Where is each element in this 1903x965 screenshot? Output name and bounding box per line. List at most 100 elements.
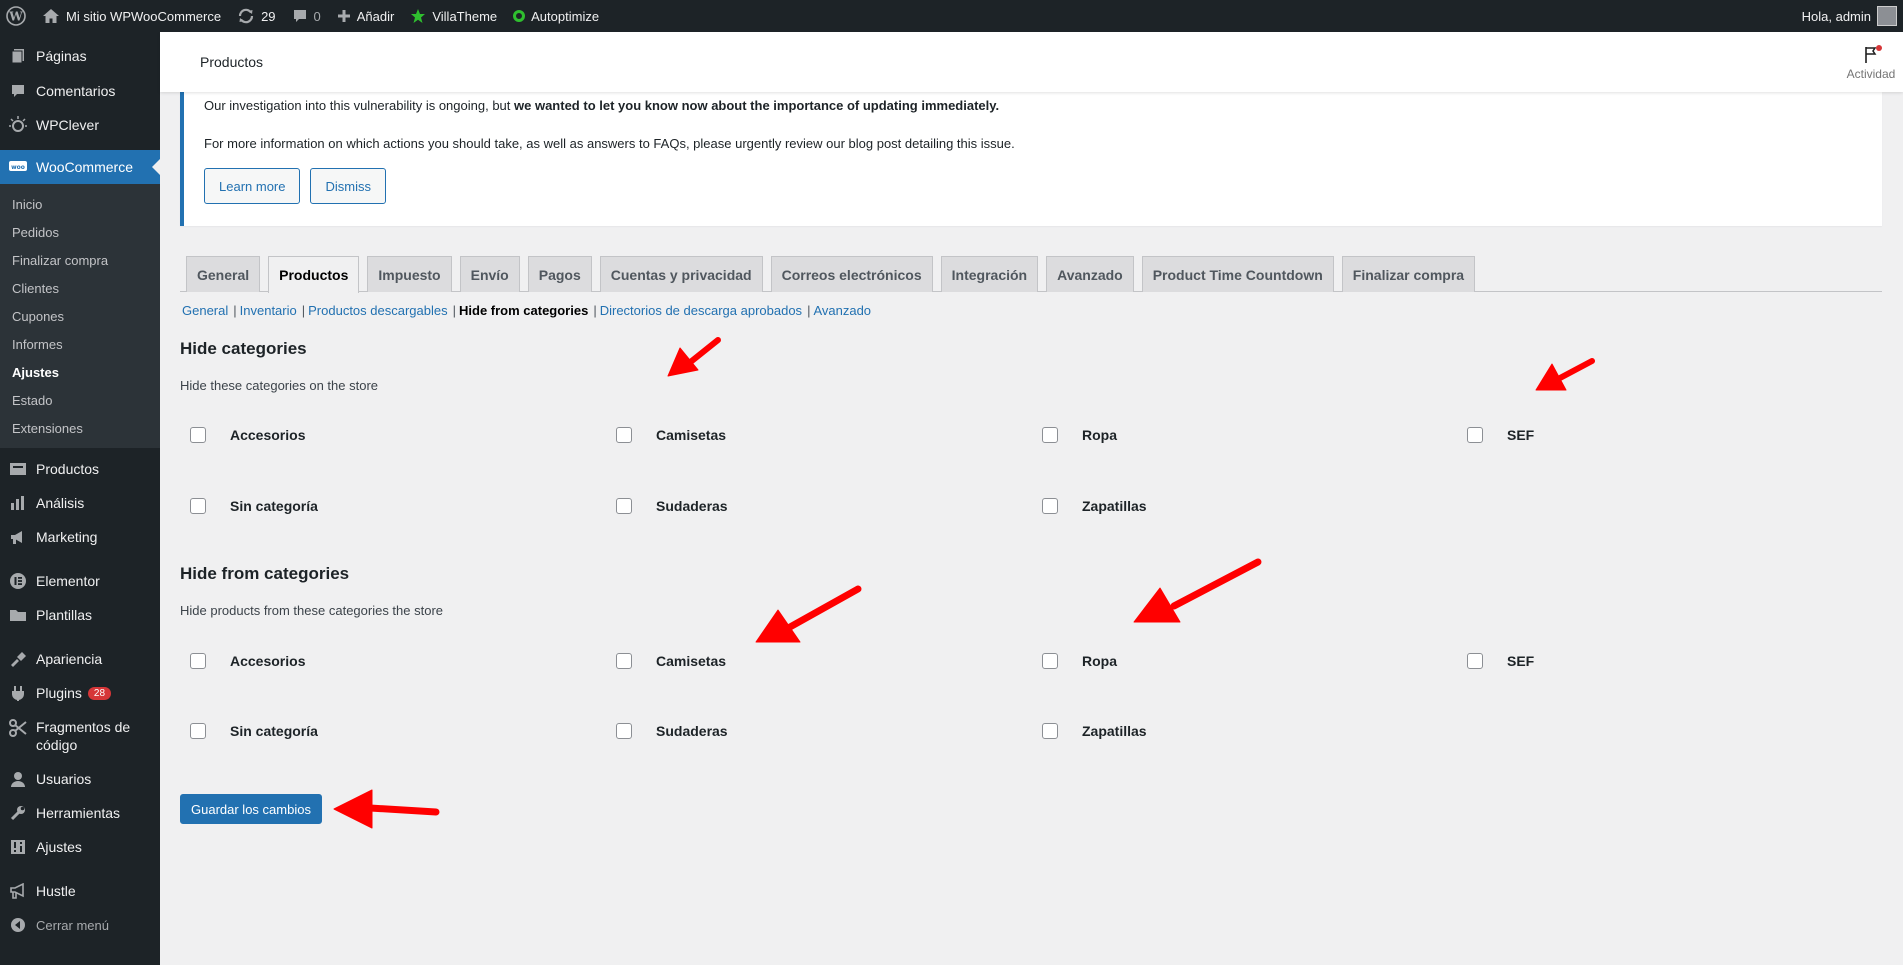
hide-from-category-sin-categoria[interactable]: Sin categoría xyxy=(190,723,318,739)
menu-plantillas[interactable]: Plantillas xyxy=(0,598,160,632)
updates-count: 29 xyxy=(261,8,276,24)
wpclever-icon xyxy=(8,115,28,135)
villatheme-link[interactable]: VillaTheme xyxy=(402,0,505,32)
menu-herramientas-label: Herramientas xyxy=(36,805,121,821)
hide-category-sudaderas[interactable]: Sudaderas xyxy=(616,498,728,514)
checkbox[interactable] xyxy=(190,498,206,514)
menu-usuarios[interactable]: Usuarios xyxy=(0,762,160,796)
menu-apariencia[interactable]: Apariencia xyxy=(0,642,160,676)
autoptimize-link[interactable]: Autoptimize xyxy=(505,0,607,32)
tab-avanzado[interactable]: Avanzado xyxy=(1046,256,1134,292)
woocommerce-header: Productos Actividad xyxy=(160,32,1903,92)
submenu-cupones[interactable]: Cupones xyxy=(0,302,160,330)
checkbox[interactable] xyxy=(616,498,632,514)
checkbox[interactable] xyxy=(616,723,632,739)
menu-marketing[interactable]: Marketing xyxy=(0,520,160,554)
tab-correos[interactable]: Correos electrónicos xyxy=(770,256,933,292)
submenu-finalizar-compra[interactable]: Finalizar compra xyxy=(0,246,160,274)
hide-from-category-ropa[interactable]: Ropa xyxy=(1042,653,1117,669)
menu-ajustes[interactable]: Ajustes xyxy=(0,830,160,864)
tab-envio[interactable]: Envío xyxy=(459,256,520,292)
hide-category-zapatillas[interactable]: Zapatillas xyxy=(1042,498,1147,514)
tab-impuesto[interactable]: Impuesto xyxy=(367,256,452,292)
tab-integracion[interactable]: Integración xyxy=(940,256,1039,292)
checkbox[interactable] xyxy=(1467,427,1483,443)
activity-panel-button[interactable]: Actividad xyxy=(1839,43,1903,81)
menu-woocommerce[interactable]: woo WooCommerce xyxy=(0,150,160,184)
hide-from-category-sudaderas[interactable]: Sudaderas xyxy=(616,723,728,739)
wordpress-logo[interactable]: W xyxy=(0,0,34,32)
menu-herramientas[interactable]: Herramientas xyxy=(0,796,160,830)
checkbox[interactable] xyxy=(1042,653,1058,669)
menu-comments[interactable]: Comentarios xyxy=(0,74,160,108)
dismiss-button[interactable]: Dismiss xyxy=(310,168,386,204)
hide-from-categories-title: Hide from categories xyxy=(180,564,350,583)
submenu-ajustes[interactable]: Ajustes xyxy=(0,358,160,386)
collapse-menu-button[interactable]: Cerrar menú xyxy=(0,908,160,942)
hide-category-accesorios[interactable]: Accesorios xyxy=(190,427,305,443)
menu-wpclever[interactable]: WPClever xyxy=(0,108,160,142)
learn-more-button[interactable]: Learn more xyxy=(204,168,301,204)
hide-from-category-sef[interactable]: SEF xyxy=(1467,653,1534,669)
menu-hustle[interactable]: Hustle xyxy=(0,874,160,908)
admin-bar: W Mi sitio WPWooCommerce 29 0 Añadir Vil… xyxy=(0,0,1903,32)
checkbox[interactable] xyxy=(1042,723,1058,739)
checkbox[interactable] xyxy=(616,427,632,443)
add-new-label: Añadir xyxy=(356,8,395,24)
subnav-avanzado[interactable]: Avanzado xyxy=(813,303,871,318)
checkbox[interactable] xyxy=(1042,498,1058,514)
templates-icon xyxy=(8,605,28,625)
subnav-directorios-descarga[interactable]: Directorios de descarga aprobados xyxy=(600,303,802,318)
submenu-informes[interactable]: Informes xyxy=(0,330,160,358)
updates-link[interactable]: 29 xyxy=(229,0,283,32)
subnav-hide-from-categories[interactable]: Hide from categories xyxy=(459,303,588,318)
subnav-inventario[interactable]: Inventario xyxy=(240,303,297,318)
checkbox[interactable] xyxy=(616,653,632,669)
hide-from-category-accesorios[interactable]: Accesorios xyxy=(190,653,305,669)
menu-comments-label: Comentarios xyxy=(36,83,116,99)
checkbox[interactable] xyxy=(190,653,206,669)
checkbox[interactable] xyxy=(190,723,206,739)
submenu-pedidos[interactable]: Pedidos xyxy=(0,218,160,246)
checkbox[interactable] xyxy=(1467,653,1483,669)
checkbox[interactable] xyxy=(1042,427,1058,443)
subnav-productos-descargables[interactable]: Productos descargables xyxy=(308,303,447,318)
hide-from-category-zapatillas[interactable]: Zapatillas xyxy=(1042,723,1147,739)
comment-bubble-icon xyxy=(292,8,308,24)
submenu-inicio[interactable]: Inicio xyxy=(0,190,160,218)
svg-text:W: W xyxy=(8,10,23,24)
menu-productos[interactable]: Productos xyxy=(0,452,160,486)
hide-category-sef[interactable]: SEF xyxy=(1467,427,1534,443)
menu-elementor[interactable]: Elementor xyxy=(0,564,160,598)
hide-from-category-camisetas[interactable]: Camisetas xyxy=(616,653,726,669)
add-new-link[interactable]: Añadir xyxy=(329,0,403,32)
menu-fragmentos-codigo[interactable]: Fragmentos de código xyxy=(0,710,160,762)
comments-count: 0 xyxy=(313,8,321,24)
menu-pages[interactable]: Páginas xyxy=(0,38,160,74)
checkbox[interactable] xyxy=(190,427,206,443)
tab-general[interactable]: General xyxy=(186,256,261,292)
menu-plugins[interactable]: Plugins 28 xyxy=(0,676,160,710)
hide-category-sin-categoria[interactable]: Sin categoría xyxy=(190,498,318,514)
settings-icon xyxy=(8,837,28,857)
comments-link[interactable]: 0 xyxy=(284,0,329,32)
subnav-general[interactable]: General xyxy=(182,303,228,318)
submenu-extensiones[interactable]: Extensiones xyxy=(0,414,160,442)
submenu-estado[interactable]: Estado xyxy=(0,386,160,414)
hide-category-ropa[interactable]: Ropa xyxy=(1042,427,1117,443)
tab-productos[interactable]: Productos xyxy=(268,256,360,293)
tab-pagos[interactable]: Pagos xyxy=(527,256,592,292)
woocommerce-submenu: Inicio Pedidos Finalizar compra Clientes… xyxy=(0,184,160,448)
tab-product-time-countdown[interactable]: Product Time Countdown xyxy=(1141,256,1334,292)
site-name-link[interactable]: Mi sitio WPWooCommerce xyxy=(34,0,229,32)
save-changes-button[interactable]: Guardar los cambios xyxy=(180,794,322,824)
notification-dot xyxy=(1876,45,1882,51)
my-account-link[interactable]: Hola, admin xyxy=(1794,0,1903,32)
hide-category-camisetas[interactable]: Camisetas xyxy=(616,427,726,443)
menu-analisis[interactable]: Análisis xyxy=(0,486,160,520)
admin-sidebar: Páginas Comentarios WPClever woo WooComm… xyxy=(0,32,160,965)
security-notice: Our investigation into this vulnerabilit… xyxy=(180,92,1882,226)
tab-cuentas-privacidad[interactable]: Cuentas y privacidad xyxy=(599,256,763,292)
tab-finalizar-compra[interactable]: Finalizar compra xyxy=(1341,256,1476,292)
submenu-clientes[interactable]: Clientes xyxy=(0,274,160,302)
